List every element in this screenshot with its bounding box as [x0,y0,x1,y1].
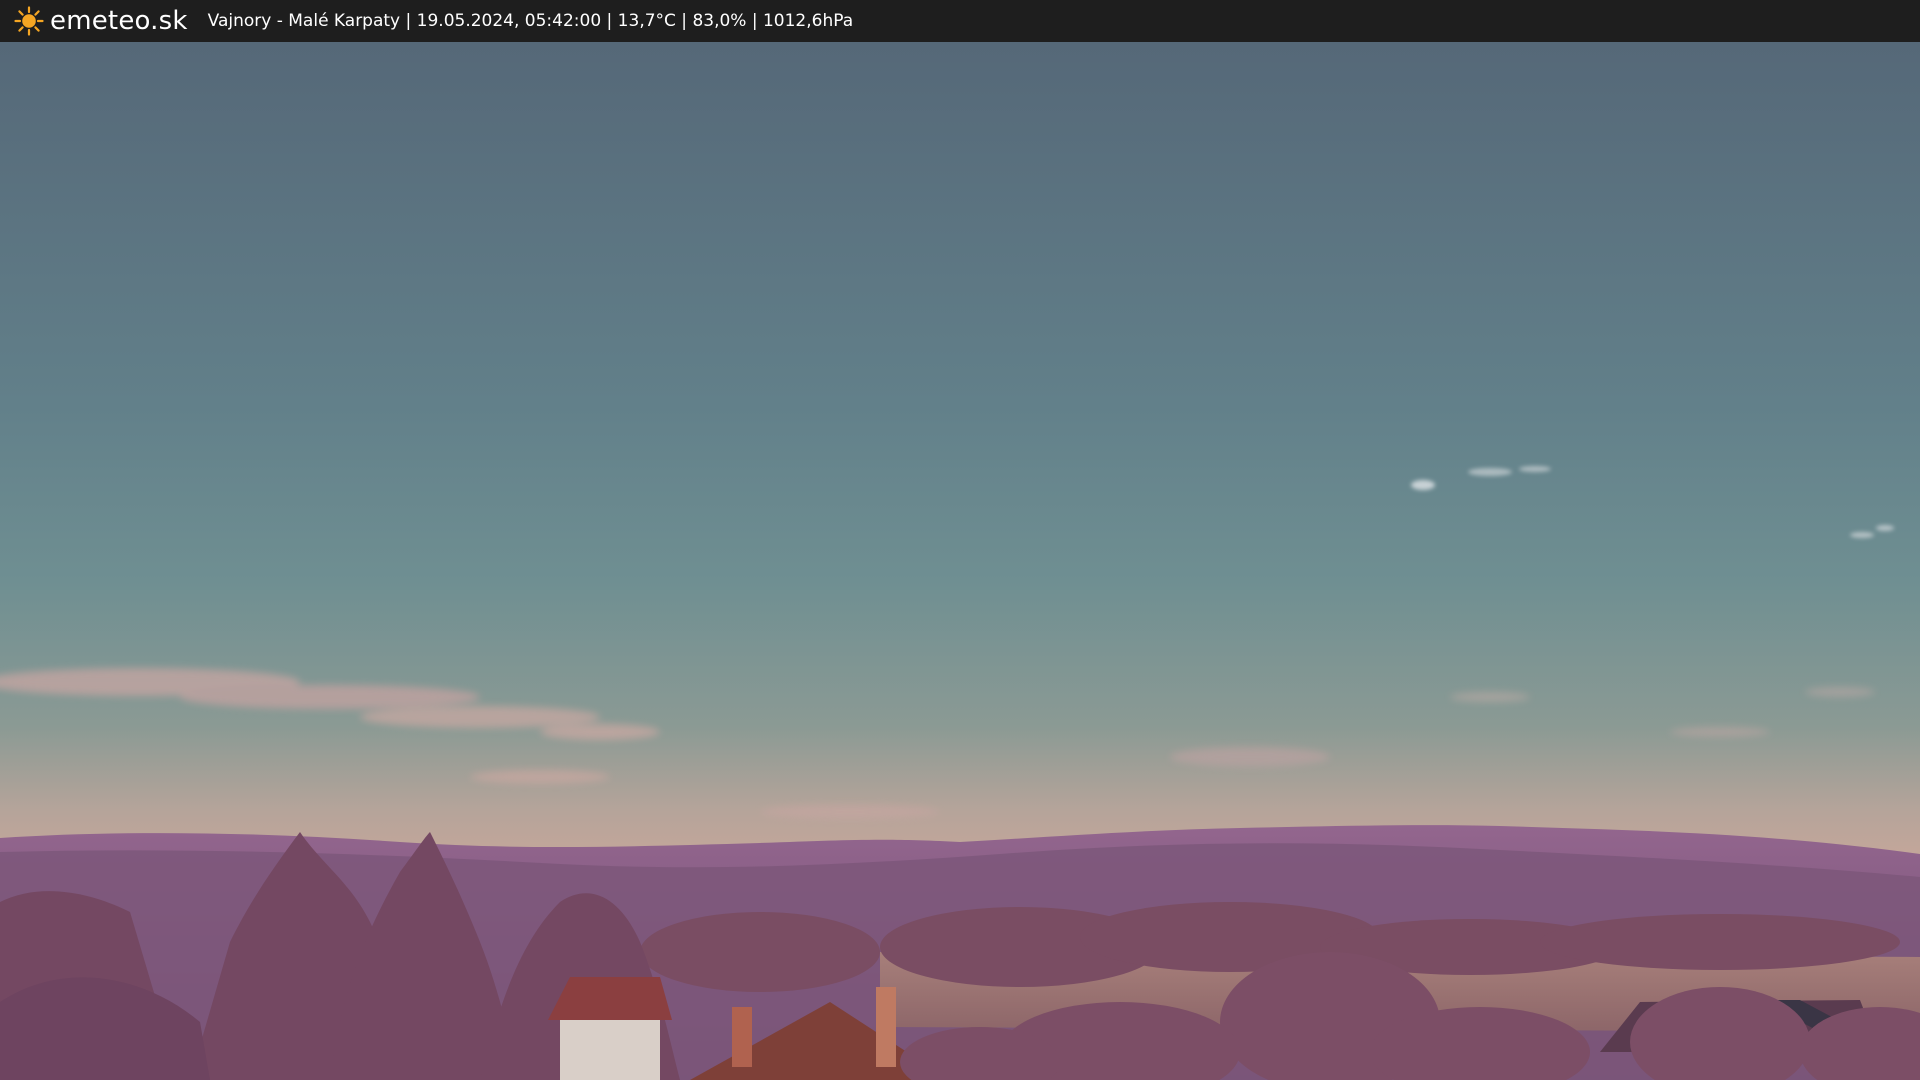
site-logo[interactable]: emeteo.sk [14,0,188,42]
logo-text: emeteo.sk [50,6,188,36]
sun-icon [14,6,44,36]
webcam-image [0,42,1920,1080]
webcam-caption: Vajnory - Malé Karpaty | 19.05.2024, 05:… [207,11,854,31]
header-bar: emeteo.sk Vajnory - Malé Karpaty | 19.05… [0,0,1920,42]
webcam-page: emeteo.sk Vajnory - Malé Karpaty | 19.05… [0,0,1920,1080]
